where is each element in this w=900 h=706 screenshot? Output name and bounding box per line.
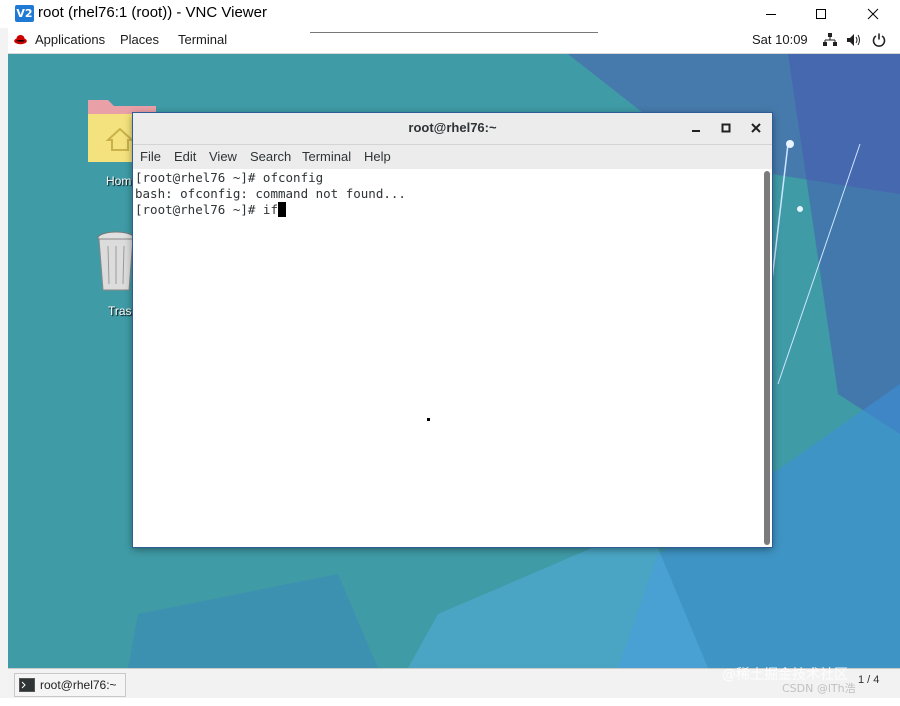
maximize-icon <box>721 123 731 133</box>
close-icon <box>867 8 879 20</box>
terminal-prompt-line[interactable]: [root@rhel76 ~]# if <box>135 202 286 218</box>
menu-search[interactable]: Search <box>250 149 291 164</box>
text-cursor <box>278 202 286 217</box>
terminal-line: [root@rhel76 ~]# ofconfig <box>135 170 324 185</box>
taskbar-terminal-button[interactable]: root@rhel76:~ <box>14 673 126 697</box>
scrollbar-thumb[interactable] <box>764 171 770 545</box>
menu-file[interactable]: File <box>140 149 161 164</box>
places-menu[interactable]: Places <box>120 32 159 47</box>
terminal-output[interactable]: [root@rhel76 ~]# ofconfig bash: ofconfig… <box>133 169 763 547</box>
menu-edit[interactable]: Edit <box>174 149 196 164</box>
applications-menu[interactable]: Applications <box>35 32 105 47</box>
vnc-title-bar: V2 root (rhel76:1 (root)) - VNC Viewer <box>0 0 900 28</box>
close-icon <box>751 123 761 133</box>
taskbar-window-label: root@rhel76:~ <box>40 678 117 692</box>
network-icon[interactable] <box>823 33 837 47</box>
redhat-logo-icon <box>14 35 27 45</box>
terminal-icon <box>19 678 35 692</box>
power-icon[interactable] <box>872 33 886 47</box>
workspace-indicator[interactable]: 1 / 4 <box>858 674 879 686</box>
close-button[interactable] <box>850 0 896 28</box>
minimize-button[interactable] <box>748 0 794 28</box>
maximize-button[interactable] <box>798 0 844 28</box>
terminal-window[interactable]: root@rhel76:~ File Edit View Search Term… <box>133 113 772 547</box>
minimize-icon <box>692 130 700 132</box>
terminal-title-bar[interactable]: root@rhel76:~ <box>133 113 772 145</box>
trash-icon[interactable] <box>96 230 136 294</box>
volume-icon[interactable] <box>846 33 861 47</box>
mouse-pointer-dot <box>427 418 430 421</box>
menu-view[interactable]: View <box>209 149 237 164</box>
minimize-icon <box>766 14 776 15</box>
window-title: root (rhel76:1 (root)) - VNC Viewer <box>38 4 267 21</box>
home-icon-label: Hom <box>106 174 132 188</box>
terminal-line: bash: ofconfig: command not found... <box>135 186 406 201</box>
trash-icon-label: Tras <box>108 304 132 318</box>
gnome-top-bar: Applications Places Terminal Sat 10:09 <box>8 28 900 54</box>
terminal-close-button[interactable] <box>748 120 764 136</box>
terminal-line: [root@rhel76 ~]# if <box>135 202 278 217</box>
watermark-text-secondary: CSDN @lTh浩 <box>782 682 856 695</box>
maximize-icon <box>816 9 826 19</box>
bottom-strip <box>0 698 900 706</box>
terminal-scrollbar[interactable] <box>764 171 770 545</box>
vnc-toolbar-handle[interactable] <box>310 28 598 33</box>
terminal-maximize-button[interactable] <box>718 120 734 136</box>
menu-terminal[interactable]: Terminal <box>302 149 351 164</box>
menu-help[interactable]: Help <box>364 149 391 164</box>
terminal-app-menu[interactable]: Terminal <box>178 32 227 47</box>
window-left-edge <box>0 28 8 706</box>
clock[interactable]: Sat 10:09 <box>752 32 808 47</box>
terminal-title: root@rhel76:~ <box>408 120 497 135</box>
vnc-logo-icon: V2 <box>15 5 34 22</box>
terminal-menu-bar: File Edit View Search Terminal Help <box>133 145 772 169</box>
terminal-minimize-button[interactable] <box>688 120 704 136</box>
